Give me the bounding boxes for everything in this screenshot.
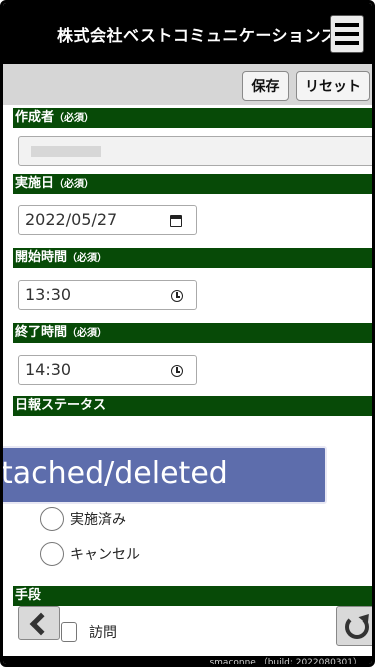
redacted-author-name [31,146,101,157]
section-date: 実施日（必須） [13,174,372,194]
section-start-label: 開始時間 [15,250,68,265]
radio-label: キャンセル [70,547,140,563]
clock-icon[interactable] [170,364,184,378]
required-mark: （必須） [67,328,108,339]
radio-option-done[interactable]: 実施済み [40,505,126,533]
section-author: 作成者（必須） [13,108,372,128]
app-frame: 株式会社ベストコミュニケーションズ 保存 リセット 作成者（必須） 実施日（必須… [0,0,375,667]
section-status-label: 日報ステータス [15,398,107,413]
hamburger-menu-icon[interactable] [330,15,364,53]
radio-label: 実施済み [70,512,126,528]
section-end-label: 終了時間 [15,325,68,340]
notification-toast: tached/deleted [3,446,327,504]
radio-button[interactable] [40,507,64,531]
checkbox-label: 訪問 [89,625,117,641]
app-title: 株式会社ベストコミュニケーションズ [57,26,338,45]
header-bar: 株式会社ベストコミュニケーションズ [3,3,372,64]
date-input[interactable]: 2022/05/27 [18,205,197,235]
start-time-value: 13:30 [25,285,72,304]
section-end-time: 終了時間（必須） [13,323,372,343]
reload-button[interactable] [336,606,372,646]
section-date-label: 実施日 [15,176,55,191]
toolbar: 保存 リセット [3,64,372,105]
section-method-label: 手段 [15,588,42,603]
build-footer: smaconne （build: 2022080301） [3,656,372,664]
section-start-time: 開始時間（必須） [13,248,372,268]
section-author-label: 作成者 [15,110,55,125]
radio-button[interactable] [40,542,64,566]
date-value: 2022/05/27 [25,210,118,229]
end-time-input[interactable]: 14:30 [18,355,197,385]
checkbox-option-visit[interactable]: 訪問 [61,620,117,644]
section-status: 日報ステータス [13,396,372,416]
chevron-left-icon [29,612,53,636]
start-time-input[interactable]: 13:30 [18,280,197,310]
back-button[interactable] [18,606,60,640]
checkbox[interactable] [61,622,77,642]
save-button[interactable]: 保存 [242,71,289,101]
reset-button[interactable]: リセット [296,71,370,101]
clock-icon[interactable] [170,289,184,303]
author-field[interactable] [18,136,372,166]
radio-option-cancel[interactable]: キャンセル [40,540,140,568]
required-mark: （必須） [54,113,95,124]
required-mark: （必須） [67,253,108,264]
calendar-icon[interactable] [170,214,184,228]
required-mark: （必須） [54,179,95,190]
end-time-value: 14:30 [25,360,72,379]
section-method: 手段 [13,586,372,606]
